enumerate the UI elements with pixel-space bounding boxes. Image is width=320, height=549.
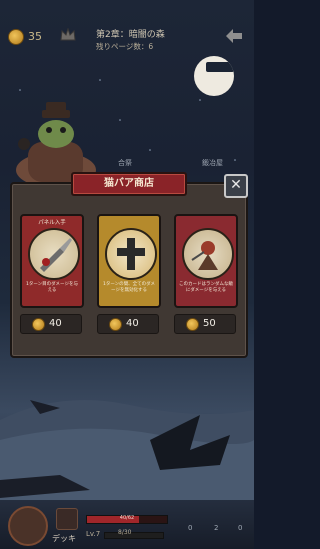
stat-3: 0 xyxy=(238,524,243,532)
rogue-icon xyxy=(191,241,218,270)
deck-label: デッキ xyxy=(52,534,76,543)
tab-shrine: 合祭 xyxy=(118,159,132,167)
xp-text: 8/30 xyxy=(118,529,132,536)
xp-bar xyxy=(104,532,164,539)
price-tag-3[interactable]: 50 xyxy=(174,314,236,334)
price-value: 40 xyxy=(126,318,139,329)
price-value: 40 xyxy=(49,318,62,329)
dagger-icon xyxy=(40,238,72,272)
stat-1: 0 xyxy=(188,524,193,532)
avatar xyxy=(56,508,78,530)
price-tag-2[interactable]: 40 xyxy=(97,314,159,334)
shop-card-1[interactable]: パネル入手 1ターン目のダメージを与える xyxy=(20,214,84,308)
crown-icon[interactable] xyxy=(60,28,76,42)
cross-shield-icon xyxy=(117,238,145,270)
coin-count: 35 xyxy=(28,30,42,43)
card-description: このカードはランダムな敵にダメージを与える xyxy=(179,282,233,293)
coin-icon xyxy=(186,318,199,331)
close-button[interactable]: ✕ xyxy=(224,174,248,198)
card-label: パネル入手 xyxy=(38,220,66,226)
card-art xyxy=(182,228,234,280)
deck-button[interactable] xyxy=(8,506,48,546)
back-arrow-icon[interactable] xyxy=(224,27,244,45)
price-value: 50 xyxy=(203,318,216,329)
stat-2: 2 xyxy=(214,524,219,532)
price-tag-1[interactable]: 40 xyxy=(20,314,82,334)
card-description: 1ターン目のダメージを与える xyxy=(26,282,78,293)
snowy-ground xyxy=(0,400,254,500)
stage-title: 第2章：暗闇の森 xyxy=(96,30,165,40)
coin-icon xyxy=(32,318,45,331)
card-art xyxy=(105,228,157,280)
shop-title: 猫バア商店 xyxy=(71,172,187,196)
shop-card-3[interactable]: このカードはランダムな敵にダメージを与える xyxy=(174,214,238,308)
top-bar: 35 第2章：暗闇の森 残りページ数：6 xyxy=(0,0,254,60)
card-description: 1ターンの間、全てのダメージを無効化する xyxy=(102,282,155,293)
tab-blacksmith: 鍛冶屋 xyxy=(202,159,223,167)
pages-remaining: 残りページ数：6 xyxy=(96,42,154,51)
level-text: Lv.7 xyxy=(86,530,101,538)
shop-card-2[interactable]: 1ターンの間、全てのダメージを無効化する xyxy=(97,214,161,308)
coin-icon xyxy=(8,29,24,45)
hp-text: 40/62 xyxy=(119,515,135,521)
hp-bar: 40/62 xyxy=(86,515,168,524)
card-art xyxy=(28,228,80,280)
coin-icon xyxy=(109,318,122,331)
